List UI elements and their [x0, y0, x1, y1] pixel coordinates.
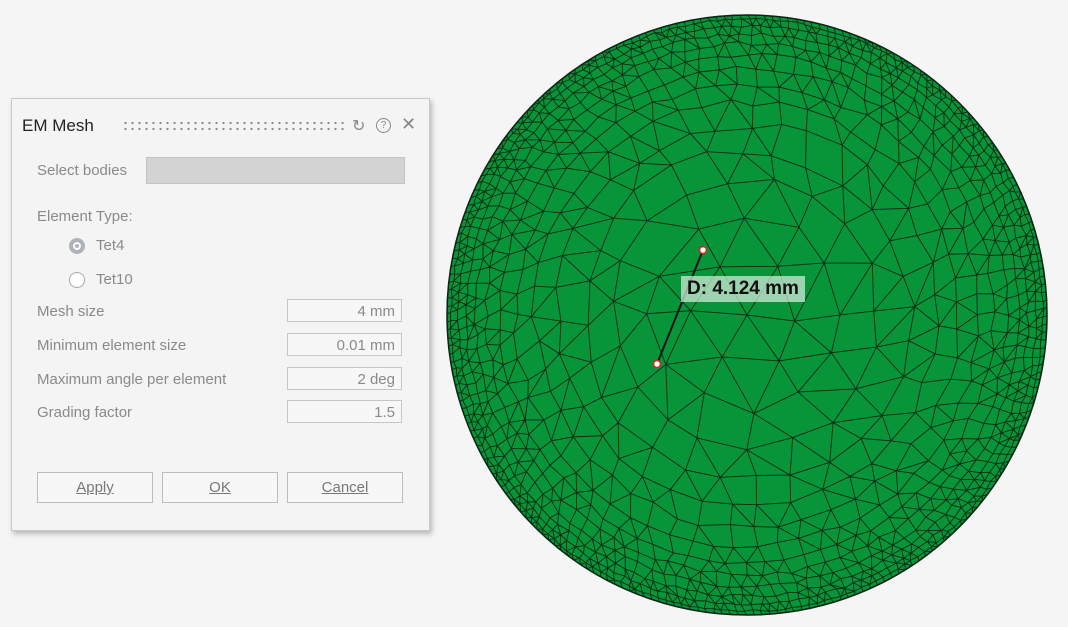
apply-button[interactable]: Apply: [37, 472, 153, 503]
close-icon[interactable]: ✕: [401, 114, 416, 135]
max-angle-input[interactable]: 2 deg: [287, 367, 402, 390]
grading-factor-label: Grading factor: [37, 404, 133, 421]
help-icon[interactable]: ?: [376, 118, 391, 133]
min-element-size-input[interactable]: 0.01 mm: [287, 333, 402, 356]
tet4-radio[interactable]: [69, 238, 85, 254]
reset-icon[interactable]: ↻: [352, 116, 365, 136]
measure-point-2: [652, 359, 662, 369]
select-bodies-label: Select bodies: [37, 162, 128, 179]
max-angle-label: Maximum angle per element: [37, 371, 227, 388]
grading-factor-input[interactable]: 1.5: [287, 400, 402, 423]
mesh-size-label: Mesh size: [37, 303, 105, 320]
distance-measurement-label: D: 4.124 mm: [681, 276, 805, 302]
cancel-button[interactable]: Cancel: [287, 472, 403, 503]
measure-point-1: [698, 245, 708, 255]
select-bodies-input[interactable]: [146, 157, 405, 184]
tet10-label: Tet10: [96, 271, 133, 288]
element-type-label: Element Type:: [37, 208, 133, 225]
mesh-size-input[interactable]: 4 mm: [287, 299, 402, 322]
ok-button[interactable]: OK: [162, 472, 278, 503]
drag-handle[interactable]: [122, 120, 344, 132]
tet10-radio[interactable]: [69, 272, 85, 288]
em-mesh-dialog: EM Mesh ↻ ? ✕ Select bodies Element Type…: [11, 98, 430, 531]
min-element-size-label: Minimum element size: [37, 337, 187, 354]
dialog-title: EM Mesh: [22, 116, 94, 135]
tet4-label: Tet4: [96, 237, 125, 254]
